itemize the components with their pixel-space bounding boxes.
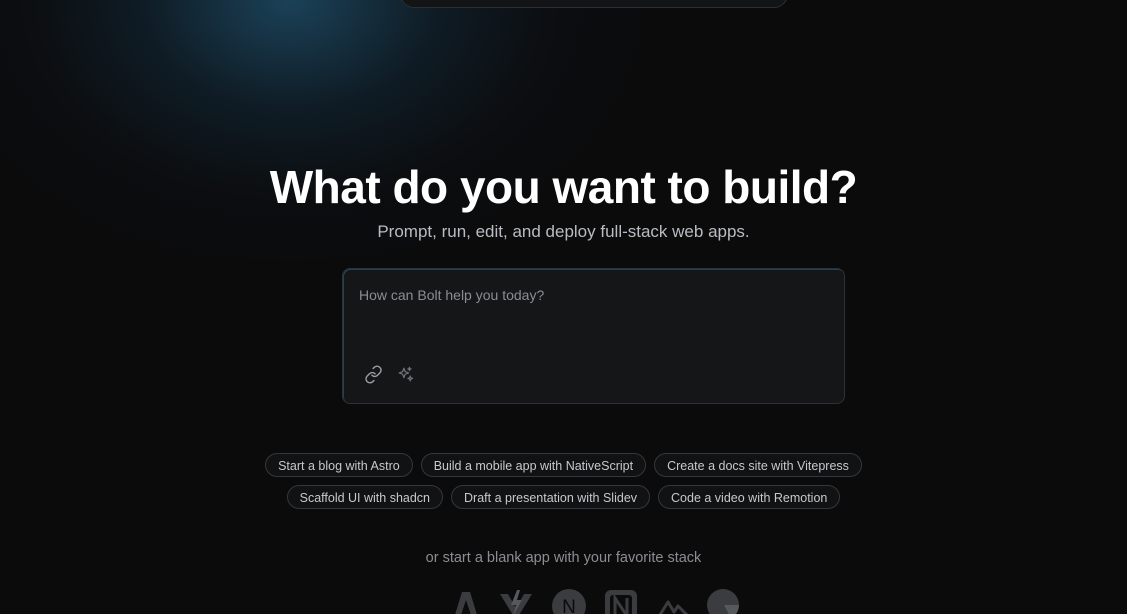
nativescript-icon[interactable]	[603, 586, 639, 614]
attach-button[interactable]	[362, 363, 384, 385]
enhance-prompt-button[interactable]	[394, 363, 416, 385]
background-glow	[0, 0, 640, 260]
suggestion-row-1: Start a blog with Astro Build a mobile a…	[265, 453, 862, 477]
nextjs-icon[interactable]: N	[551, 586, 587, 614]
page: What do you want to build? Prompt, run, …	[0, 0, 1127, 614]
remix-icon[interactable]	[706, 586, 742, 614]
suggestion-chip-slidev-presentation[interactable]: Draft a presentation with Slidev	[451, 485, 651, 509]
suggestion-row-2: Scaffold UI with shadcn Draft a presenta…	[286, 485, 841, 509]
suggestion-chip-astro-blog[interactable]: Start a blog with Astro	[265, 453, 413, 477]
suggestion-chips: Start a blog with Astro Build a mobile a…	[0, 453, 1127, 509]
suggestion-chip-remotion-video[interactable]: Code a video with Remotion	[658, 485, 841, 509]
stack-icons: N	[448, 586, 748, 614]
page-subtitle: Prompt, run, edit, and deploy full-stack…	[377, 222, 750, 241]
suggestion-chip-shadcn-ui[interactable]: Scaffold UI with shadcn	[286, 485, 444, 509]
blank-app-prompt: or start a blank app with your favorite …	[425, 550, 702, 566]
suggestion-chip-vitepress-docs[interactable]: Create a docs site with Vitepress	[654, 453, 862, 477]
page-title: What do you want to build?	[269, 161, 858, 213]
nuxt-icon[interactable]	[656, 586, 692, 614]
vite-icon[interactable]	[498, 586, 534, 614]
astro-icon[interactable]	[448, 586, 484, 614]
link-icon	[364, 365, 382, 383]
suggestion-chip-nativescript-app[interactable]: Build a mobile app with NativeScript	[420, 453, 647, 477]
svg-text:N: N	[562, 597, 576, 614]
prompt-box	[342, 268, 845, 404]
prompt-input[interactable]	[343, 269, 844, 349]
sparkles-icon	[398, 366, 413, 381]
top-banner-pill[interactable]	[400, 0, 788, 8]
